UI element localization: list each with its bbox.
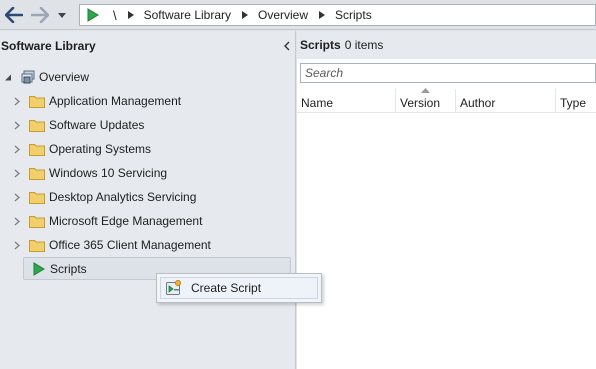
tree-item-label: Operating Systems (49, 142, 152, 156)
tree-item-label: Scripts (50, 261, 87, 276)
collapsed-triangle-icon[interactable] (13, 145, 21, 154)
green-play-icon (87, 8, 99, 22)
column-header-version[interactable]: Version (396, 89, 456, 113)
search-input[interactable] (305, 66, 585, 80)
tree-item-office-365-client-management[interactable]: Office 365 Client Management (13, 233, 211, 257)
breadcrumb-arrow-icon[interactable] (242, 11, 248, 19)
tree-item-label: Office 365 Client Management (49, 238, 211, 252)
back-arrow-icon (5, 7, 23, 23)
green-play-icon (33, 261, 45, 276)
address-toolbar: \ Software Library Overview Scripts (0, 0, 596, 30)
search-box[interactable] (300, 63, 596, 83)
breadcrumb-item-overview[interactable]: Overview (258, 8, 308, 22)
breadcrumb-arrow-icon[interactable] (319, 11, 326, 19)
collapsed-triangle-icon[interactable] (13, 241, 21, 250)
folder-icon (29, 167, 45, 180)
column-header-type[interactable]: Type (556, 89, 596, 113)
forward-arrow-icon (31, 7, 49, 23)
folder-icon (29, 215, 45, 228)
collapsed-triangle-icon[interactable] (13, 121, 21, 130)
collapsed-triangle-icon[interactable] (13, 97, 21, 106)
collapsed-triangle-icon[interactable] (13, 169, 21, 178)
menu-item-create-script[interactable]: Create Script (160, 277, 318, 299)
create-script-icon (166, 280, 181, 295)
pane-title: Software Library (1, 39, 96, 53)
column-header-name[interactable]: Name (297, 89, 396, 113)
folder-icon (29, 191, 45, 204)
forward-button[interactable] (29, 4, 51, 26)
folder-icon (29, 95, 45, 108)
overview-icon (21, 70, 35, 83)
details-pane: Scripts 0 items Name Version Author Type (297, 31, 596, 369)
expanded-triangle-icon[interactable] (4, 73, 12, 82)
tree-item-label: Windows 10 Servicing (49, 166, 168, 180)
chevron-down-icon (58, 12, 66, 18)
tree-item-label: Microsoft Edge Management (49, 214, 203, 228)
tree-item-label: Software Updates (49, 118, 145, 132)
folder-icon (29, 239, 45, 252)
context-menu: Create Script (156, 273, 322, 303)
tree-item-label: Application Management (49, 94, 182, 108)
column-headers: Name Version Author Type (297, 88, 596, 113)
details-header: Scripts 0 items (297, 31, 596, 59)
tree-item-application-management[interactable]: Application Management (13, 89, 181, 113)
menu-item-label: Create Script (191, 281, 262, 295)
tree-item-windows-10-servicing[interactable]: Windows 10 Servicing (13, 161, 167, 185)
tree-item-microsoft-edge-management[interactable]: Microsoft Edge Management (13, 209, 202, 233)
tree-item-software-updates[interactable]: Software Updates (13, 113, 144, 137)
history-dropdown-button[interactable] (55, 4, 69, 26)
column-header-author[interactable]: Author (456, 89, 556, 113)
tree-item-label: Desktop Analytics Servicing (49, 190, 197, 204)
folder-icon (29, 143, 45, 156)
collapsed-triangle-icon[interactable] (13, 217, 21, 226)
address-bar[interactable]: \ Software Library Overview Scripts (79, 4, 596, 26)
collapse-pane-icon[interactable] (283, 41, 291, 51)
tree-item-overview[interactable]: Overview (4, 65, 89, 89)
folder-icon (29, 119, 45, 132)
tree-item-desktop-analytics-servicing[interactable]: Desktop Analytics Servicing (13, 185, 196, 209)
breadcrumb-arrow-icon[interactable] (127, 11, 134, 19)
item-count: 0 items (344, 38, 384, 52)
details-title: Scripts (300, 38, 341, 52)
navigation-pane: Software Library Overview Application Ma… (0, 31, 296, 369)
breadcrumb-root[interactable]: \ (113, 8, 117, 23)
tree-item-label: Overview (39, 70, 90, 84)
collapsed-triangle-icon[interactable] (13, 193, 21, 202)
breadcrumb-item-software-library[interactable]: Software Library (144, 8, 231, 22)
tree-item-operating-systems[interactable]: Operating Systems (13, 137, 151, 161)
breadcrumb-item-scripts[interactable]: Scripts (335, 8, 372, 22)
back-button[interactable] (3, 4, 25, 26)
